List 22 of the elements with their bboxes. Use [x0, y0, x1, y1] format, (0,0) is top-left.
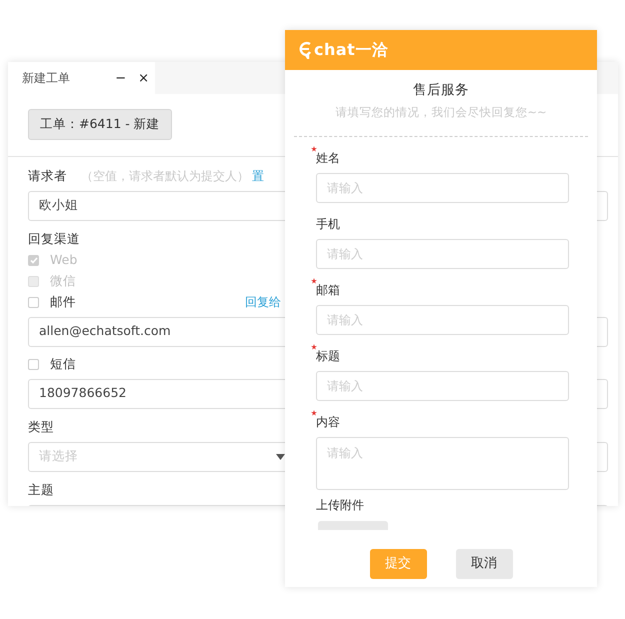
field-label: 类型: [28, 418, 54, 436]
field-label: 姓名: [316, 150, 340, 166]
minimize-button[interactable]: −: [109, 72, 132, 84]
checkbox-label: 微信: [50, 272, 77, 290]
form-title: 售后服务: [412, 81, 470, 100]
ticket-button[interactable]: 工单：#6411 - 新建: [28, 109, 172, 140]
window-title: 新建工单: [22, 70, 71, 87]
field-label: 内容: [316, 414, 340, 430]
close-button[interactable]: ×: [132, 72, 155, 84]
field-label: 回复渠道: [28, 230, 80, 248]
checkbox-label: 邮件: [50, 292, 77, 311]
checkbox-label: Web: [50, 250, 78, 269]
cancel-button[interactable]: 取消: [456, 548, 512, 578]
checkbox-label: 短信: [50, 354, 77, 373]
field-label: 邮箱: [316, 282, 340, 298]
window-tab[interactable]: 新建工单 − ×: [8, 62, 155, 94]
field-label: 主题: [28, 480, 54, 499]
field-label: 上传附件: [316, 496, 364, 514]
field-label: 标题: [316, 348, 340, 364]
field-label: 请求者: [28, 166, 67, 185]
field-label: 手机: [316, 216, 340, 232]
logo-text: chat一洽: [314, 39, 388, 61]
